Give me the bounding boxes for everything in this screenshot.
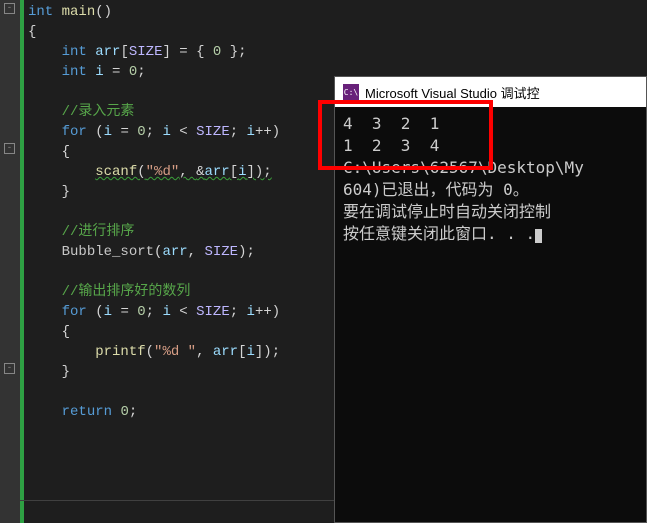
brace: { — [62, 144, 70, 160]
console-titlebar[interactable]: C:\ Microsoft Visual Studio 调试控 — [335, 77, 646, 107]
console-line: 按任意键关闭此窗口. . . — [343, 224, 535, 243]
text: ( — [146, 344, 154, 360]
console-line: 4 3 2 1 — [343, 114, 439, 133]
identifier: i — [238, 164, 246, 180]
brace: } — [62, 364, 70, 380]
text: , — [188, 244, 205, 260]
function-name: main — [62, 4, 96, 20]
function-call: Bubble_sort — [62, 244, 154, 260]
identifier: arr — [213, 344, 238, 360]
text: ; — [146, 304, 163, 320]
text: }; — [221, 44, 246, 60]
number: 0 — [129, 64, 137, 80]
text: ; — [230, 124, 247, 140]
identifier: i — [162, 304, 170, 320]
text: ; — [129, 404, 137, 420]
identifier: i — [162, 124, 170, 140]
text: ; — [230, 304, 247, 320]
fold-toggle-icon[interactable]: - — [4, 3, 15, 14]
comment: //录入元素 — [62, 104, 135, 120]
comment: //输出排序好的数列 — [62, 284, 191, 300]
cursor-icon — [535, 229, 542, 243]
brace: } — [62, 184, 70, 200]
keyword: int — [62, 44, 87, 60]
debug-console-window[interactable]: C:\ Microsoft Visual Studio 调试控 4 3 2 1 … — [334, 76, 647, 523]
console-line: 要在调试停止时自动关闭控制 — [343, 202, 551, 221]
macro: SIZE — [204, 244, 238, 260]
identifier: i — [104, 304, 112, 320]
identifier: i — [247, 344, 255, 360]
keyword: int — [62, 64, 87, 80]
text: ]); — [247, 164, 272, 180]
text: < — [171, 304, 196, 320]
comment: //进行排序 — [62, 224, 135, 240]
console-title-text: Microsoft Visual Studio 调试控 — [365, 83, 540, 102]
identifier: i — [247, 124, 255, 140]
number: 0 — [120, 404, 128, 420]
function-call: printf — [95, 344, 145, 360]
text: < — [171, 124, 196, 140]
text: [ — [230, 164, 238, 180]
code-text[interactable]: int main() { int arr[SIZE] = { 0 }; int … — [24, 0, 284, 523]
text: ; — [146, 124, 163, 140]
text: = — [104, 64, 129, 80]
identifier: arr — [204, 164, 229, 180]
console-output: 4 3 2 1 1 2 3 4 C:\Users\62567\Desktop\M… — [335, 107, 646, 251]
console-line: C:\Users\62567\Desktop\My — [343, 158, 584, 177]
text: = — [112, 124, 137, 140]
macro: SIZE — [196, 304, 230, 320]
vs-icon: C:\ — [343, 84, 359, 100]
text: = — [112, 304, 137, 320]
text: ]); — [255, 344, 280, 360]
text: , — [179, 164, 196, 180]
text: [ — [238, 344, 246, 360]
text: ] = { — [162, 44, 212, 60]
fold-toggle-icon[interactable]: - — [4, 363, 15, 374]
brace: { — [28, 24, 36, 40]
fold-gutter: - - - — [0, 0, 20, 523]
keyword: int — [28, 4, 53, 20]
keyword: for — [62, 124, 87, 140]
text: ( — [87, 304, 104, 320]
text: ( — [137, 164, 145, 180]
text: ; — [137, 64, 145, 80]
text: ++) — [255, 124, 280, 140]
text: ( — [87, 124, 104, 140]
identifier: arr — [95, 44, 120, 60]
macro: SIZE — [129, 44, 163, 60]
console-line: 604)已退出，代码为 0。 — [343, 180, 529, 199]
console-line: 1 2 3 4 — [343, 136, 439, 155]
identifier: i — [104, 124, 112, 140]
text: ++) — [255, 304, 280, 320]
number: 0 — [137, 304, 145, 320]
string: "%d" — [146, 164, 180, 180]
string: "%d " — [154, 344, 196, 360]
number: 0 — [137, 124, 145, 140]
fold-toggle-icon[interactable]: - — [4, 143, 15, 154]
text: , — [196, 344, 213, 360]
identifier: arr — [162, 244, 187, 260]
parens: () — [95, 4, 112, 20]
brace: { — [62, 324, 70, 340]
text: [ — [120, 44, 128, 60]
identifier: i — [247, 304, 255, 320]
text: ); — [238, 244, 255, 260]
keyword: return — [62, 404, 112, 420]
function-call: scanf — [95, 164, 137, 180]
identifier: i — [95, 64, 103, 80]
macro: SIZE — [196, 124, 230, 140]
keyword: for — [62, 304, 87, 320]
